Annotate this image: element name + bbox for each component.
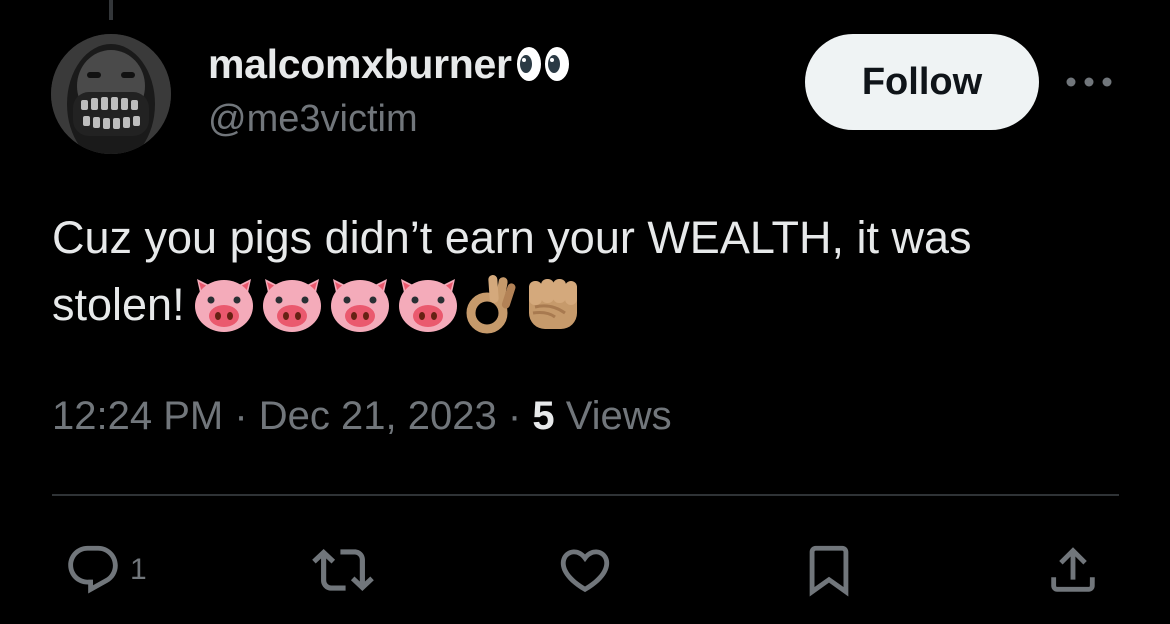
display-name-row: malcomxburner: [208, 38, 571, 90]
tweet-text: Cuz you pigs didn’t earn your WEALTH, it…: [52, 204, 1132, 339]
views-label: Views: [565, 394, 672, 438]
tweet-text-line-2: stolen!: [52, 271, 1132, 339]
reply-button[interactable]: 1: [64, 538, 147, 602]
tweet-emojis: [191, 273, 585, 335]
bookmark-icon: [809, 545, 849, 597]
eyes-emoji-icon: [515, 44, 571, 84]
reply-icon: [68, 545, 118, 594]
reply-count: 1: [130, 553, 147, 586]
tweet-date[interactable]: Dec 21, 2023: [259, 394, 497, 438]
share-button[interactable]: [1044, 538, 1102, 602]
follow-button[interactable]: Follow: [805, 34, 1039, 130]
views-count: 5: [532, 394, 555, 438]
author-block: malcomxburner @me3victim: [208, 38, 571, 141]
pig-face-emoji-icon: [262, 279, 321, 333]
share-icon: [1051, 547, 1095, 592]
tweet-time[interactable]: 12:24 PM: [52, 394, 223, 438]
tweet-meta: 12:24 PM · Dec 21, 2023 · 5 Views: [52, 394, 672, 439]
meta-separator: ·: [234, 394, 248, 438]
avatar-image: [51, 34, 171, 154]
raised-fist-emoji-icon: [528, 279, 577, 330]
more-horizontal-icon: [1066, 77, 1112, 87]
pig-face-emoji-icon: [194, 279, 253, 333]
like-button[interactable]: [556, 538, 614, 602]
pig-face-emoji-icon: [330, 279, 389, 333]
retweet-icon: [312, 549, 374, 591]
tweet-text-stolen: stolen!: [52, 279, 185, 330]
display-name[interactable]: malcomxburner: [208, 41, 512, 88]
tweet-text-line-1: Cuz you pigs didn’t earn your WEALTH, it…: [52, 212, 972, 263]
retweet-button[interactable]: [312, 538, 374, 602]
thread-connector-line: [109, 0, 113, 20]
user-handle[interactable]: @me3victim: [208, 98, 571, 141]
avatar[interactable]: [51, 34, 171, 154]
bookmark-button[interactable]: [800, 538, 858, 602]
heart-icon: [560, 549, 610, 593]
meta-separator: ·: [507, 394, 522, 438]
divider: [52, 494, 1119, 496]
more-options-button[interactable]: [1065, 66, 1113, 98]
pig-face-emoji-icon: [398, 279, 457, 333]
ok-hand-emoji-icon: [466, 275, 516, 334]
